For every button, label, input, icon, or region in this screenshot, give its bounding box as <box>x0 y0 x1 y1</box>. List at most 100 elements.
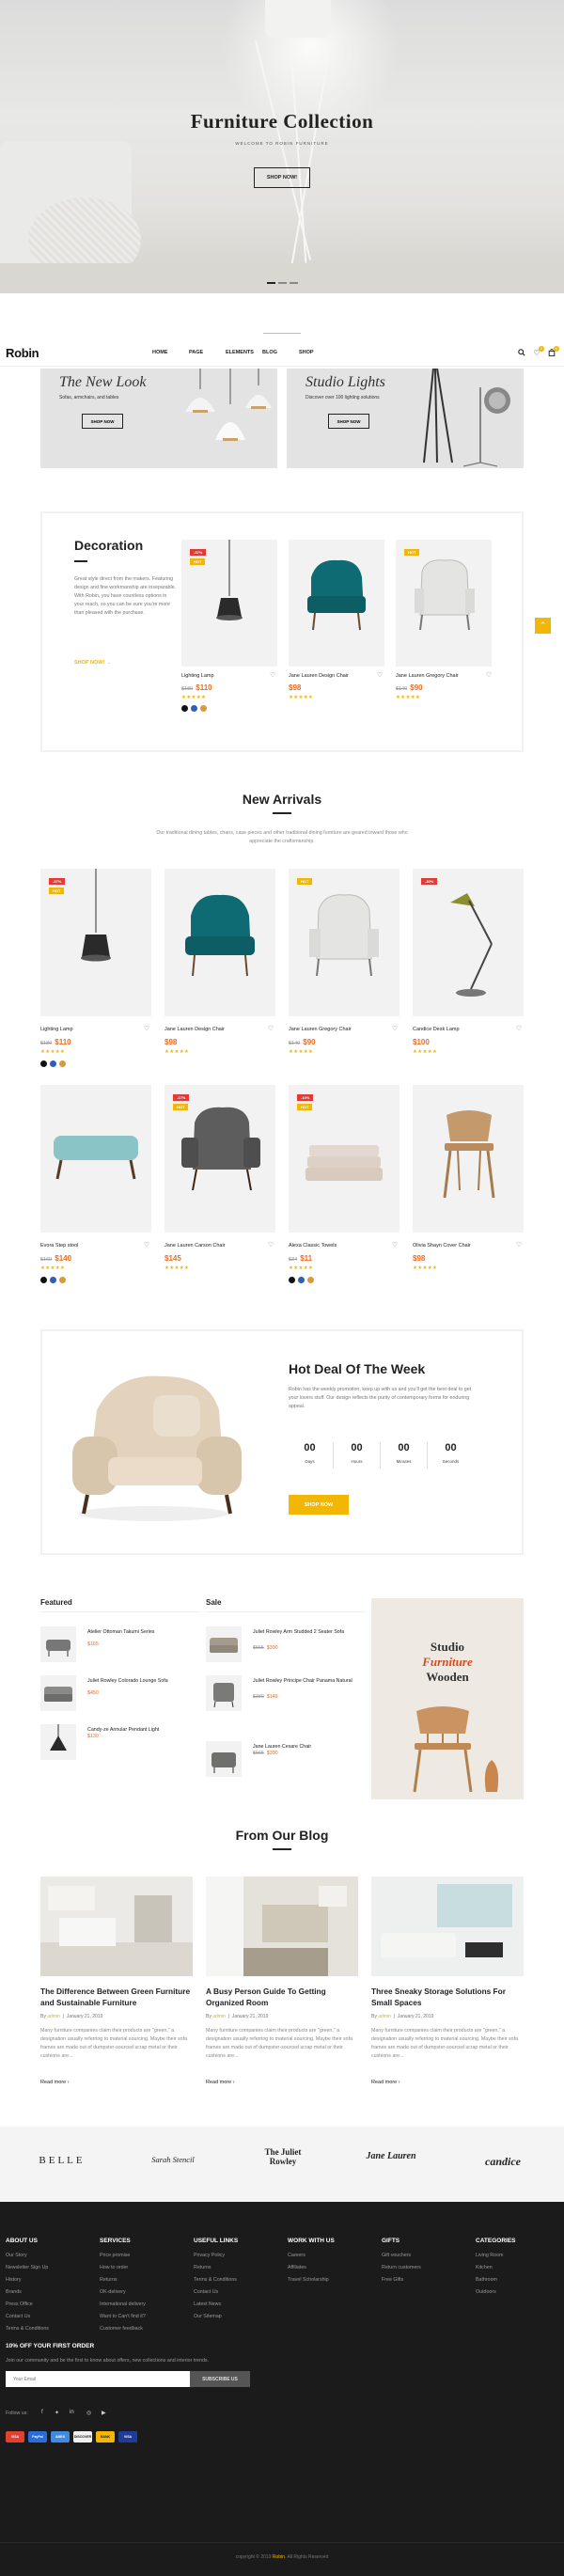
product-name[interactable]: Evora Step stool <box>40 1243 78 1249</box>
twitter-icon[interactable]: ✦ <box>55 2410 59 2416</box>
nav-item-elements[interactable]: ELEMENTS <box>226 350 262 355</box>
brand-logo[interactable]: The Juliet Rowley <box>254 2147 312 2166</box>
product-name[interactable]: Olivia Shayn Cover Chair <box>413 1243 471 1249</box>
copyright-brand[interactable]: Robin <box>273 2554 285 2560</box>
youtube-icon[interactable]: ▶ <box>102 2410 106 2416</box>
footer-link[interactable]: Returns <box>100 2277 118 2283</box>
swatch-blue[interactable] <box>50 1060 56 1067</box>
nav-item-shop[interactable]: SHOP <box>299 350 336 355</box>
swatch-orange[interactable] <box>59 1060 66 1067</box>
swatch-black[interactable] <box>289 1277 295 1283</box>
footer-link[interactable]: Customer feedback <box>100 2326 143 2332</box>
footer-link[interactable]: Affiliates <box>288 2265 306 2270</box>
footer-link[interactable]: Want to Can't find it? <box>100 2314 146 2319</box>
footer-link[interactable]: International delivery <box>100 2301 146 2307</box>
list-item[interactable]: Atelier Ottoman Takumi Series $165 <box>40 1626 191 1664</box>
footer-link[interactable]: Outdoors <box>476 2289 496 2295</box>
footer-link[interactable]: Contact Us <box>6 2314 30 2319</box>
brand-logo[interactable]: candice <box>470 2155 536 2169</box>
product-name[interactable]: Lighting Lamp <box>181 673 214 679</box>
product-thumb[interactable] <box>40 1675 76 1711</box>
footer-link[interactable]: Latest News <box>194 2301 221 2307</box>
swatch-blue[interactable] <box>298 1277 305 1283</box>
wishlist-heart-icon[interactable]: ♡ <box>144 1241 149 1249</box>
list-item[interactable]: Candy-ze Annular Pendant Light $130 <box>40 1724 191 1762</box>
banner-shop-button[interactable]: SHOP NOW <box>82 414 123 429</box>
swatch-blue[interactable] <box>191 705 197 712</box>
heart-icon[interactable]: ♡ 0 <box>532 346 544 358</box>
nav-item-page[interactable]: PAGE <box>189 350 226 355</box>
swatch-orange[interactable] <box>307 1277 314 1283</box>
wishlist-heart-icon[interactable]: ♡ <box>516 1241 522 1249</box>
footer-link[interactable]: OK-delivery <box>100 2289 126 2295</box>
footer-link[interactable]: Privacy Policy <box>194 2253 225 2258</box>
product-name[interactable]: Jane Lauren Carson Chair <box>164 1243 226 1249</box>
footer-link[interactable]: Contact Us <box>194 2289 218 2295</box>
product-name[interactable]: Jane Lauren Gregory Chair <box>289 1027 352 1032</box>
slider-dot[interactable] <box>267 282 275 284</box>
product-name[interactable]: Alexa Classic Towels <box>289 1243 337 1249</box>
product-name[interactable]: Jane Lauren Cesare Chair <box>253 1743 366 1751</box>
swatch-black[interactable] <box>40 1277 47 1283</box>
banner-studio-lights[interactable]: Studio Lights Discover over 100 lighting… <box>287 369 524 468</box>
product-image[interactable] <box>164 869 275 1016</box>
footer-link[interactable]: Kitchen <box>476 2265 493 2270</box>
search-icon[interactable] <box>517 349 526 358</box>
footer-link[interactable]: Careers <box>288 2253 306 2258</box>
footer-link[interactable]: Terms & Conditions <box>194 2277 237 2283</box>
blog-author[interactable]: admin <box>47 2014 60 2019</box>
blog-image[interactable] <box>206 1877 358 1976</box>
footer-link[interactable]: Returns <box>194 2265 212 2270</box>
footer-link[interactable]: Our Sitemap <box>194 2314 222 2319</box>
wishlist-heart-icon[interactable]: ♡ <box>392 1241 398 1249</box>
footer-link[interactable]: Free Gifts <box>382 2277 403 2283</box>
product-image[interactable] <box>289 540 384 667</box>
product-name[interactable]: Juliet Rowley Colorado Lounge Sofa <box>87 1677 200 1685</box>
shop-now-link[interactable]: SHOP NOW! → <box>74 660 111 666</box>
blog-author[interactable]: admin <box>378 2014 391 2019</box>
product-thumb[interactable] <box>206 1741 242 1777</box>
footer-link[interactable]: Terms & Conditions <box>6 2326 49 2332</box>
linkedin-icon[interactable]: in <box>70 2410 74 2415</box>
list-item[interactable]: Juliet Rowley Arm Studded 2 Seater Sofa … <box>206 1626 356 1664</box>
product-name[interactable]: Atelier Ottoman Takumi Series <box>87 1628 200 1636</box>
blog-author[interactable]: admin <box>212 2014 226 2019</box>
wishlist-heart-icon[interactable]: ♡ <box>377 671 383 679</box>
product-image[interactable] <box>40 1085 151 1233</box>
product-name[interactable]: Lighting Lamp <box>40 1027 73 1032</box>
product-name[interactable]: Jane Lauren Design Chair <box>289 673 349 679</box>
footer-link[interactable]: Brands <box>6 2289 22 2295</box>
wishlist-heart-icon[interactable]: ♡ <box>144 1025 149 1032</box>
product-image[interactable] <box>396 540 492 667</box>
banner-shop-button[interactable]: SHOP NOW <box>328 414 369 429</box>
product-thumb[interactable] <box>40 1626 76 1662</box>
blog-image[interactable] <box>371 1877 524 1976</box>
product-name[interactable]: Candy-ze Annular Pendant Light <box>87 1726 200 1734</box>
blog-title[interactable]: Three Sneaky Storage Solutions For Small… <box>371 1986 524 2008</box>
footer-link[interactable]: Gift vouchers <box>382 2253 411 2258</box>
nav-item-blog[interactable]: BLOG <box>262 350 299 355</box>
read-more-link[interactable]: Read more › <box>206 2080 235 2085</box>
blog-title[interactable]: A Busy Person Guide To Getting Organized… <box>206 1986 358 2008</box>
product-thumb[interactable] <box>206 1626 242 1662</box>
brand-logo[interactable]: BELLE <box>34 2155 90 2166</box>
wishlist-heart-icon[interactable]: ♡ <box>268 1241 274 1249</box>
product-image[interactable] <box>413 1085 524 1233</box>
footer-link[interactable]: History <box>6 2277 21 2283</box>
swatch-orange[interactable] <box>59 1277 66 1283</box>
blog-image[interactable] <box>40 1877 193 1976</box>
subscribe-button[interactable]: SUBSCRIBE US <box>190 2371 250 2387</box>
brand-logo[interactable]: Sarah Stencil <box>137 2155 209 2164</box>
site-logo[interactable]: Robin <box>6 346 39 360</box>
footer-link[interactable]: Our Story <box>6 2253 27 2258</box>
product-name[interactable]: Jane Lauren Design Chair <box>164 1027 225 1032</box>
list-item[interactable]: Juliet Rowley Colorado Lounge Sofa $450 <box>40 1675 191 1713</box>
nav-item-home[interactable]: HOME <box>152 350 189 355</box>
product-name[interactable]: Jane Lauren Gregory Chair <box>396 673 459 679</box>
footer-link[interactable]: Press Office <box>6 2301 33 2307</box>
product-thumb[interactable] <box>206 1675 242 1711</box>
product-thumb[interactable] <box>40 1724 76 1760</box>
slider-dot[interactable] <box>290 282 298 284</box>
footer-link[interactable]: How to order <box>100 2265 128 2270</box>
instagram-icon[interactable]: ◎ <box>86 2410 91 2416</box>
